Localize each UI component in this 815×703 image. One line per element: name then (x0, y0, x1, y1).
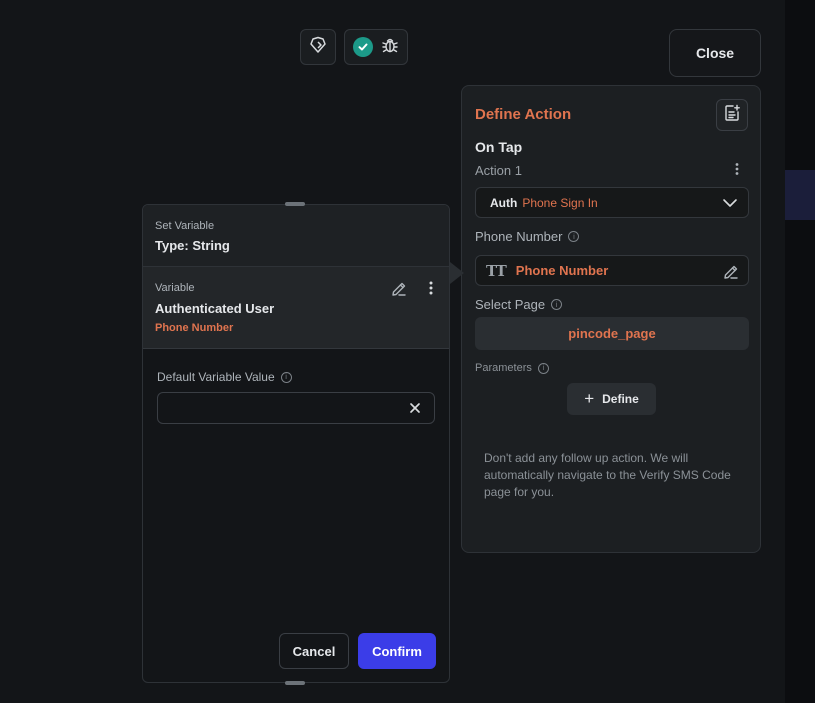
info-icon[interactable]: i (568, 231, 580, 242)
variable-subtitle: Variable (155, 282, 195, 294)
close-button[interactable]: Close (669, 29, 761, 77)
parameters-label-text: Parameters (475, 362, 532, 374)
set-variable-header: Set Variable Type: String (143, 205, 449, 267)
default-value-label-text: Default Variable Value (157, 370, 275, 384)
set-variable-panel: Set Variable Type: String Variable Authe… (142, 204, 450, 683)
document-add-icon (723, 104, 741, 127)
default-value-label: Default Variable Value i (157, 370, 292, 384)
define-parameters-button[interactable]: + Define (567, 383, 656, 415)
select-page-label-text: Select Page (475, 297, 546, 312)
info-icon[interactable]: i (537, 362, 549, 374)
variable-selector[interactable]: Variable Authenticated User Phone Number (143, 267, 449, 349)
info-note: Don't add any follow up action. We will … (484, 451, 731, 499)
resize-handle-bottom[interactable] (285, 681, 305, 685)
define-label: Define (602, 392, 639, 406)
variable-name: Authenticated User (155, 301, 275, 316)
default-value-input[interactable] (157, 392, 435, 424)
debug-status-button[interactable] (344, 29, 408, 65)
more-vertical-icon[interactable] (730, 162, 744, 181)
widget-icon (309, 36, 327, 59)
confirm-button[interactable]: Confirm (358, 633, 436, 669)
action-docs-button[interactable] (716, 99, 748, 131)
bug-icon (381, 36, 399, 59)
more-vertical-icon[interactable] (424, 280, 438, 301)
edit-pencil-icon[interactable] (390, 280, 408, 303)
plus-icon: + (584, 389, 595, 408)
clear-x-icon[interactable] (408, 401, 422, 420)
variable-type-title: Type: String (155, 238, 230, 253)
action-type-dropdown[interactable]: Auth Phone Sign In (475, 187, 749, 218)
phone-number-label-text: Phone Number (475, 229, 563, 244)
resize-handle-top[interactable] (285, 202, 305, 206)
edit-pencil-icon[interactable] (722, 263, 740, 286)
phone-number-value: Phone Number (515, 263, 609, 278)
cancel-button[interactable]: Cancel (279, 633, 349, 669)
parameters-label: Parameters i (475, 362, 549, 374)
select-page-label: Select Page i (475, 297, 563, 312)
text-type-icon: TT (486, 261, 507, 280)
define-action-panel: Define Action On Tap Action 1 Auth Phone… (461, 85, 761, 553)
chevron-down-icon (722, 196, 738, 213)
panel-connector-arrow (450, 262, 464, 284)
right-edge-strip (785, 0, 815, 703)
info-icon[interactable]: i (280, 371, 292, 383)
define-action-title: Define Action (475, 106, 572, 123)
right-edge-highlight (785, 170, 815, 220)
info-icon[interactable]: i (551, 299, 563, 310)
set-variable-subtitle: Set Variable (155, 220, 215, 232)
phone-number-label: Phone Number i (475, 229, 580, 244)
widget-tree-button[interactable] (300, 29, 336, 65)
trigger-label: On Tap (475, 139, 523, 155)
select-page-dropdown[interactable]: pincode_page (475, 317, 749, 350)
action-name: Action 1 (475, 163, 522, 178)
auth-action-value: Phone Sign In (522, 195, 598, 210)
phone-number-field[interactable]: TT Phone Number (475, 255, 749, 286)
auth-label: Auth (490, 195, 518, 210)
variable-field: Phone Number (155, 322, 234, 334)
check-circle-icon (353, 37, 373, 57)
